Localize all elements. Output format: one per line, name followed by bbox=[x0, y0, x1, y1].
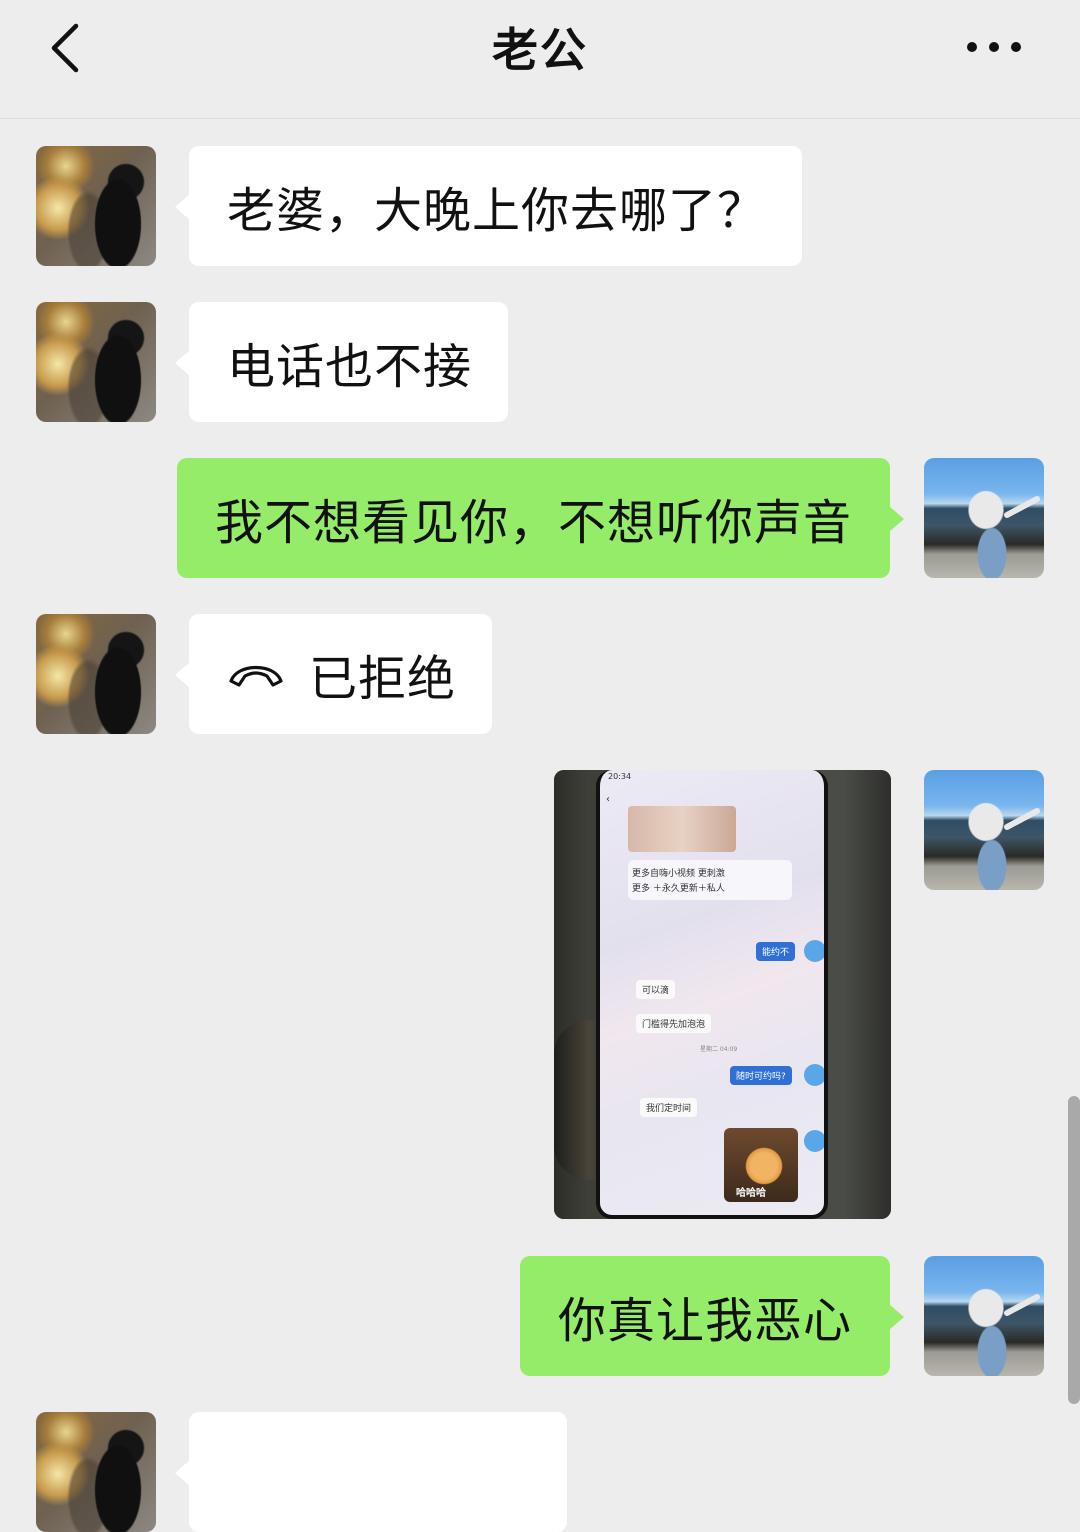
screenshot-back: ‹ bbox=[606, 794, 610, 805]
my-avatar[interactable] bbox=[924, 458, 1044, 578]
contact-avatar[interactable] bbox=[36, 1412, 156, 1532]
contact-avatar[interactable] bbox=[36, 614, 156, 734]
message-bubble-incoming[interactable]: 电话也不接 bbox=[174, 302, 509, 422]
message-bubble-outgoing[interactable]: 我不想看见你，不想听你声音 bbox=[176, 458, 905, 578]
my-avatar[interactable] bbox=[924, 770, 1044, 890]
photo-phone-screen: 20:34 ‹ 更多自嗨小视频 更刺激 更多 ＋永久更新＋私人 能约不 可以滴 … bbox=[596, 770, 828, 1219]
chat-header: 老公 bbox=[0, 0, 1080, 119]
screenshot-card-line1: 更多自嗨小视频 更刺激 bbox=[632, 869, 725, 879]
message-text: 老婆，大晚上你去哪了？ bbox=[227, 183, 767, 239]
contact-avatar[interactable] bbox=[36, 302, 156, 422]
more-horizontal-icon[interactable] bbox=[964, 36, 1024, 58]
screenshot-image bbox=[628, 806, 736, 852]
image-message[interactable]: 20:34 ‹ 更多自嗨小视频 更刺激 更多 ＋永久更新＋私人 能约不 可以滴 … bbox=[554, 770, 891, 1219]
screenshot-avatar bbox=[804, 1064, 824, 1086]
screenshot-sticker-text: 哈哈哈 bbox=[736, 1188, 766, 1199]
screenshot-bubble: 我们定时间 bbox=[640, 1098, 698, 1117]
chat-title: 老公 bbox=[492, 23, 588, 77]
phone-hangup-icon bbox=[229, 666, 283, 687]
message-bubble-outgoing[interactable]: 你真让我恶心 bbox=[519, 1256, 905, 1376]
call-status-text: 已拒绝 bbox=[309, 651, 457, 707]
screenshot-time: 20:34 bbox=[608, 772, 632, 781]
message-text: 电话也不接 bbox=[227, 339, 473, 395]
message-bubble-incoming[interactable]: 老婆，大晚上你去哪了？ bbox=[174, 146, 803, 266]
screenshot-avatar bbox=[804, 1130, 824, 1152]
screenshot-avatar bbox=[804, 940, 824, 962]
message-text: 我不想看见你，不想听你声音 bbox=[214, 495, 852, 551]
screenshot-bubble: 随时可约吗? bbox=[730, 1066, 792, 1085]
message-text: 你真让我恶心 bbox=[557, 1293, 852, 1349]
screenshot-bubble: 门槛得先加泡泡 bbox=[636, 1014, 712, 1033]
screenshot-bubble: 可以滴 bbox=[636, 980, 676, 999]
call-record-bubble[interactable]: 已拒绝 bbox=[174, 614, 493, 734]
screenshot-card-line2: 更多 ＋永久更新＋私人 bbox=[632, 884, 725, 894]
screenshot-bubble: 能约不 bbox=[756, 942, 796, 961]
contact-avatar[interactable] bbox=[36, 146, 156, 266]
message-bubble-incoming[interactable] bbox=[175, 1412, 567, 1532]
screenshot-date: 星期二 04:09 bbox=[700, 1046, 738, 1053]
scrollbar[interactable] bbox=[1068, 1096, 1080, 1404]
my-avatar[interactable] bbox=[924, 1256, 1044, 1376]
